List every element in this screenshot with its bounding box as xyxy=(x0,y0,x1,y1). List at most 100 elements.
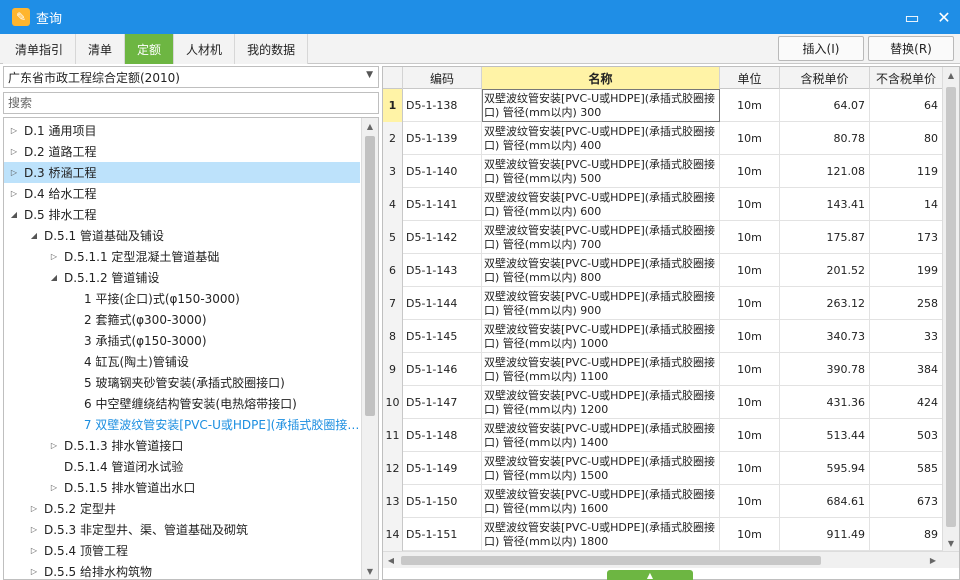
chevron-down-icon[interactable]: ▼ xyxy=(366,70,373,80)
cell-price-notax[interactable]: 119 xyxy=(870,155,943,188)
cell-code[interactable]: D5-1-141 xyxy=(403,188,482,221)
cell-idx[interactable]: 6 xyxy=(383,254,403,287)
expand-icon[interactable]: ▷ xyxy=(28,504,40,513)
cell-price-notax[interactable]: 585 xyxy=(870,452,943,485)
grid-hscrollbar[interactable]: ◀ ▶ xyxy=(383,551,959,568)
maximize-icon[interactable]: ▭ xyxy=(896,0,928,34)
close-icon[interactable]: ✕ xyxy=(928,0,960,34)
cell-code[interactable]: D5-1-150 xyxy=(403,485,482,518)
cell-unit[interactable]: 10m xyxy=(720,122,780,155)
cell-price-notax[interactable]: 173 xyxy=(870,221,943,254)
column-header-3[interactable]: 单位 xyxy=(720,67,780,89)
table-row[interactable]: 4 D5-1-141 双壁波纹管安装[PVC-U或HDPE](承插式胶圈接口) 管径… xyxy=(383,188,943,221)
scroll-down-icon[interactable]: ▼ xyxy=(943,535,959,551)
cell-name[interactable]: 双壁波纹管安装[PVC-U或HDPE](承插式胶圈接口) 管径(mm以内) 90… xyxy=(482,287,720,320)
search-input[interactable] xyxy=(3,92,379,114)
expand-icon[interactable]: ▷ xyxy=(8,147,20,156)
tree-item[interactable]: ▷ D.5.3 非定型井、渠、管道基础及砌筑 xyxy=(4,519,360,540)
cell-idx[interactable]: 10 xyxy=(383,386,403,419)
cell-price-tax[interactable]: 201.52 xyxy=(780,254,870,287)
cell-price-tax[interactable]: 513.44 xyxy=(780,419,870,452)
cell-idx[interactable]: 2 xyxy=(383,122,403,155)
table-row[interactable]: 11 D5-1-148 双壁波纹管安装[PVC-U或HDPE](承插式胶圈接口) 管… xyxy=(383,419,943,452)
panel-collapse-handle[interactable]: ▲ xyxy=(607,570,693,580)
cell-code[interactable]: D5-1-149 xyxy=(403,452,482,485)
cell-unit[interactable]: 10m xyxy=(720,386,780,419)
tree-item[interactable]: 2 套箍式(φ300-3000) xyxy=(4,309,360,330)
tree-item[interactable]: ▷ D.3 桥涵工程 xyxy=(4,162,360,183)
tree-item[interactable]: 6 中空壁缠绕结构管安装(电热熔带接口) xyxy=(4,393,360,414)
cell-code[interactable]: D5-1-138 xyxy=(403,89,482,122)
cell-price-notax[interactable]: 14 xyxy=(870,188,943,221)
tree-item[interactable]: 1 平接(企口)式(φ150-3000) xyxy=(4,288,360,309)
cell-code[interactable]: D5-1-148 xyxy=(403,419,482,452)
table-row[interactable]: 5 D5-1-142 双壁波纹管安装[PVC-U或HDPE](承插式胶圈接口) 管径… xyxy=(383,221,943,254)
table-row[interactable]: 7 D5-1-144 双壁波纹管安装[PVC-U或HDPE](承插式胶圈接口) 管径… xyxy=(383,287,943,320)
cell-unit[interactable]: 10m xyxy=(720,89,780,122)
tree-item[interactable]: ▷ D.5.2 定型井 xyxy=(4,498,360,519)
cell-price-tax[interactable]: 390.78 xyxy=(780,353,870,386)
cell-idx[interactable]: 9 xyxy=(383,353,403,386)
cell-unit[interactable]: 10m xyxy=(720,188,780,221)
cell-unit[interactable]: 10m xyxy=(720,518,780,551)
scroll-right-icon[interactable]: ▶ xyxy=(925,552,941,568)
cell-code[interactable]: D5-1-146 xyxy=(403,353,482,386)
cell-code[interactable]: D5-1-151 xyxy=(403,518,482,551)
tree-scroll-thumb[interactable] xyxy=(365,136,375,416)
cell-unit[interactable]: 10m xyxy=(720,221,780,254)
cell-code[interactable]: D5-1-139 xyxy=(403,122,482,155)
tab-0[interactable]: 清单指引 xyxy=(3,34,77,64)
tab-1[interactable]: 清单 xyxy=(76,34,126,64)
cell-idx[interactable]: 13 xyxy=(383,485,403,518)
cell-name[interactable]: 双壁波纹管安装[PVC-U或HDPE](承插式胶圈接口) 管径(mm以内) 12… xyxy=(482,386,720,419)
scroll-left-icon[interactable]: ◀ xyxy=(383,552,399,568)
table-row[interactable]: 1 D5-1-138 双壁波纹管安装[PVC-U或HDPE](承插式胶圈接口) 管径… xyxy=(383,89,943,122)
collapse-icon[interactable]: ◢ xyxy=(48,273,60,282)
cell-name[interactable]: 双壁波纹管安装[PVC-U或HDPE](承插式胶圈接口) 管径(mm以内) 11… xyxy=(482,353,720,386)
library-select[interactable]: 广东省市政工程综合定额(2010) ▼ xyxy=(3,66,379,88)
tab-3[interactable]: 人材机 xyxy=(174,34,236,64)
tab-4[interactable]: 我的数据 xyxy=(235,34,309,64)
tree-item[interactable]: 5 玻璃钢夹砂管安装(承插式胶圈接口) xyxy=(4,372,360,393)
tree-item[interactable]: D.5.1.4 管道闭水试验 xyxy=(4,456,360,477)
cell-unit[interactable]: 10m xyxy=(720,353,780,386)
cell-price-tax[interactable]: 143.41 xyxy=(780,188,870,221)
replace-button[interactable]: 替换(R) xyxy=(868,36,954,61)
cell-code[interactable]: D5-1-142 xyxy=(403,221,482,254)
column-header-2[interactable]: 名称 xyxy=(482,67,720,89)
cell-code[interactable]: D5-1-145 xyxy=(403,320,482,353)
cell-price-notax[interactable]: 503 xyxy=(870,419,943,452)
column-header-5[interactable]: 不含税单价 xyxy=(870,67,943,89)
tree-item[interactable]: ◢ D.5.1.2 管道铺设 xyxy=(4,267,360,288)
cell-price-notax[interactable]: 33 xyxy=(870,320,943,353)
cell-name[interactable]: 双壁波纹管安装[PVC-U或HDPE](承插式胶圈接口) 管径(mm以内) 10… xyxy=(482,320,720,353)
cell-idx[interactable]: 5 xyxy=(383,221,403,254)
tree-item[interactable]: ▷ D.5.1.3 排水管道接口 xyxy=(4,435,360,456)
cell-unit[interactable]: 10m xyxy=(720,287,780,320)
tree-item[interactable]: ▷ D.5.4 顶管工程 xyxy=(4,540,360,561)
cell-name[interactable]: 双壁波纹管安装[PVC-U或HDPE](承插式胶圈接口) 管径(mm以内) 30… xyxy=(482,89,720,122)
expand-icon[interactable]: ▷ xyxy=(48,483,60,492)
tree-item[interactable]: ▷ D.5.1.1 定型混凝土管道基础 xyxy=(4,246,360,267)
tree-item[interactable]: ▷ D.1 通用项目 xyxy=(4,120,360,141)
table-row[interactable]: 13 D5-1-150 双壁波纹管安装[PVC-U或HDPE](承插式胶圈接口) 管… xyxy=(383,485,943,518)
collapse-icon[interactable]: ◢ xyxy=(8,210,20,219)
tree-item[interactable]: 3 承插式(φ150-3000) xyxy=(4,330,360,351)
collapse-icon[interactable]: ◢ xyxy=(28,231,40,240)
cell-price-notax[interactable]: 80 xyxy=(870,122,943,155)
cell-price-notax[interactable]: 89 xyxy=(870,518,943,551)
cell-price-notax[interactable]: 424 xyxy=(870,386,943,419)
insert-button[interactable]: 插入(I) xyxy=(778,36,864,61)
cell-price-tax[interactable]: 263.12 xyxy=(780,287,870,320)
column-header-0[interactable] xyxy=(383,67,403,89)
expand-icon[interactable]: ▷ xyxy=(28,567,40,576)
table-row[interactable]: 10 D5-1-147 双壁波纹管安装[PVC-U或HDPE](承插式胶圈接口) 管… xyxy=(383,386,943,419)
column-header-1[interactable]: 编码 xyxy=(403,67,482,89)
cell-code[interactable]: D5-1-143 xyxy=(403,254,482,287)
table-row[interactable]: 9 D5-1-146 双壁波纹管安装[PVC-U或HDPE](承插式胶圈接口) 管径… xyxy=(383,353,943,386)
cell-price-tax[interactable]: 431.36 xyxy=(780,386,870,419)
table-row[interactable]: 3 D5-1-140 双壁波纹管安装[PVC-U或HDPE](承插式胶圈接口) 管径… xyxy=(383,155,943,188)
tree-item[interactable]: ◢ D.5.1 管道基础及铺设 xyxy=(4,225,360,246)
cell-code[interactable]: D5-1-140 xyxy=(403,155,482,188)
cell-name[interactable]: 双壁波纹管安装[PVC-U或HDPE](承插式胶圈接口) 管径(mm以内) 14… xyxy=(482,419,720,452)
